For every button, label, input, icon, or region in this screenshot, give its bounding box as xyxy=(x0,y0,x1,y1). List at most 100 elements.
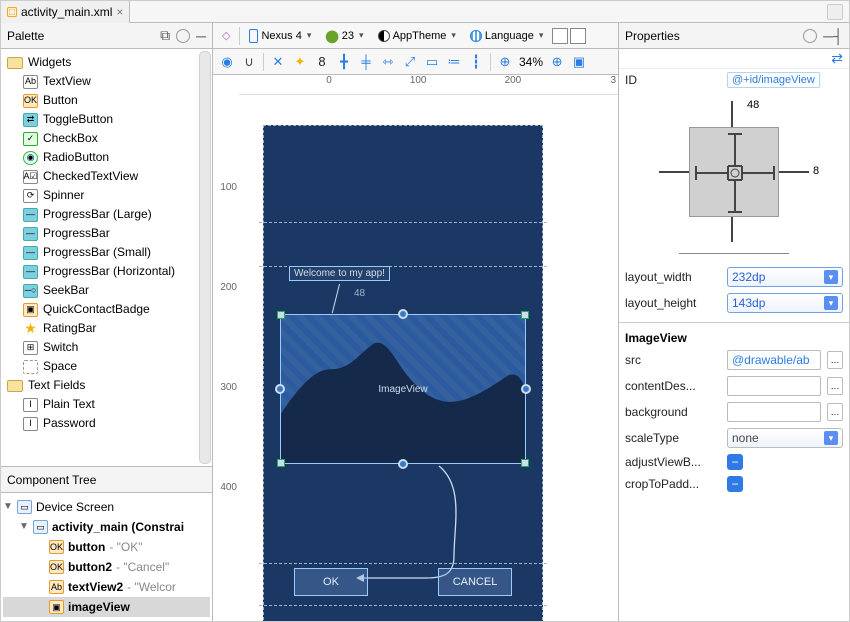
folder-icon xyxy=(7,380,23,392)
tree-item[interactable]: OKbutton - "OK" xyxy=(3,537,210,557)
component-tree-body: ▼ ▭ Device Screen ▼ ▭ activity_main (Con… xyxy=(1,493,212,621)
palette-item[interactable]: ★RatingBar xyxy=(5,319,208,338)
expand-horizontal-icon[interactable]: ⇿ xyxy=(380,54,396,70)
prop-crop-toggle[interactable]: − xyxy=(727,476,743,492)
palette-item[interactable]: IPassword xyxy=(5,414,208,433)
properties-gear-icon[interactable] xyxy=(803,29,817,43)
palette-gear-icon[interactable] xyxy=(176,29,190,43)
palette-item[interactable]: —ProgressBar (Large) xyxy=(5,205,208,224)
palette-body[interactable]: WidgetsAbTextViewOKButton⇄ToggleButton✓C… xyxy=(1,49,212,466)
device-selector[interactable]: Nexus 4 xyxy=(244,27,316,45)
palette-item[interactable]: —ProgressBar xyxy=(5,224,208,243)
constraint-right-margin[interactable]: 8 xyxy=(813,165,819,177)
zoom-in-icon[interactable]: ⊕ xyxy=(549,54,565,70)
properties-swap-icon[interactable]: ⇄ xyxy=(619,49,849,69)
design-canvas-scroll[interactable]: 01002003 100200300400 Welcome to my app!… xyxy=(213,75,618,621)
widget-icon: OK xyxy=(49,540,64,554)
widget-icon: A☑ xyxy=(23,170,38,184)
prop-background-input[interactable] xyxy=(727,402,821,422)
inspector-toggle-icon[interactable] xyxy=(827,4,843,20)
prop-adjust-toggle[interactable]: − xyxy=(727,454,743,470)
palette-wand-icon[interactable]: ◇ xyxy=(217,27,235,45)
prop-contentdesc-input[interactable] xyxy=(727,376,821,396)
layout-icon: ▭ xyxy=(33,520,48,534)
palette-group[interactable]: Text Fields xyxy=(5,376,208,395)
magnet-icon[interactable]: ∪ xyxy=(241,54,257,70)
palette-group[interactable]: Widgets xyxy=(5,53,208,72)
folder-icon xyxy=(7,57,23,69)
widget-icon: ⟳ xyxy=(23,189,38,203)
component-tree-title: Component Tree xyxy=(7,473,96,487)
palette-copy-icon[interactable]: ⧉ xyxy=(160,27,170,44)
clear-constraints-icon[interactable]: ✕ xyxy=(270,54,286,70)
align-horizontal-icon[interactable]: ╋ xyxy=(336,54,352,70)
language-selector[interactable]: Language xyxy=(465,27,548,45)
phone-icon xyxy=(249,29,258,43)
palette-item[interactable]: ⊞Switch xyxy=(5,338,208,357)
constraint-widget[interactable]: 48 8 xyxy=(649,97,819,247)
widget-icon: I xyxy=(23,417,38,431)
palette-item[interactable]: —ProgressBar (Small) xyxy=(5,243,208,262)
tree-layout[interactable]: ▼ ▭ activity_main (Constrai xyxy=(3,517,210,537)
palette-item[interactable]: OKButton xyxy=(5,91,208,110)
tree-item[interactable]: OKbutton2 - "Cancel" xyxy=(3,557,210,577)
prop-id-value[interactable]: @+id/imageView xyxy=(727,72,820,88)
constraint-top-margin[interactable]: 48 xyxy=(747,99,759,111)
align-icon[interactable]: ≔ xyxy=(446,54,462,70)
guideline-icon[interactable]: ┇ xyxy=(468,54,484,70)
zoom-icon[interactable]: ⊕ xyxy=(497,54,513,70)
palette-item[interactable]: A☑CheckedTextView xyxy=(5,167,208,186)
widget-icon: — xyxy=(23,208,38,222)
palette-item[interactable]: AbTextView xyxy=(5,72,208,91)
tree-item[interactable]: AbtextView2 - "Welcor xyxy=(3,577,210,597)
ruler-vertical: 100200300400 xyxy=(213,95,239,621)
palette-item[interactable]: ⟳Spinner xyxy=(5,186,208,205)
pack-icon[interactable]: ▭ xyxy=(424,54,440,70)
preview-cancel-button[interactable]: CANCEL xyxy=(438,568,512,596)
globe-icon xyxy=(470,30,482,42)
palette-item[interactable]: ◉RadioButton xyxy=(5,148,208,167)
expand-vertical-icon[interactable]: ⤢ xyxy=(402,54,418,70)
device-frame[interactable]: Welcome to my app! 48 ImageView xyxy=(263,125,543,621)
preview-imageview[interactable]: ImageView xyxy=(280,314,526,464)
tab-close-icon[interactable]: × xyxy=(116,5,123,19)
eye-icon[interactable]: ◉ xyxy=(219,54,235,70)
palette-item[interactable]: ⇄ToggleButton xyxy=(5,110,208,129)
design-mode-icon[interactable] xyxy=(570,28,586,44)
palette-item[interactable]: ─○SeekBar xyxy=(5,281,208,300)
preview-ok-button[interactable]: OK xyxy=(294,568,368,596)
api-selector[interactable]: ⬤23 xyxy=(320,27,368,45)
palette-item[interactable]: IPlain Text xyxy=(5,395,208,414)
widget-icon: ─○ xyxy=(23,284,38,298)
palette-item[interactable]: ✓CheckBox xyxy=(5,129,208,148)
widget-icon: — xyxy=(23,246,38,260)
palette-item[interactable]: Space xyxy=(5,357,208,376)
prop-width-select[interactable]: 232dp▾ xyxy=(727,267,843,287)
properties-minimize-icon[interactable]: ─┤ xyxy=(823,28,843,44)
prop-contentdesc-browse[interactable]: … xyxy=(827,377,843,395)
file-tab[interactable]: ▢ activity_main.xml × xyxy=(1,1,130,23)
xml-file-icon: ▢ xyxy=(7,7,17,17)
constraint-arrow-icon xyxy=(339,284,341,314)
preview-textview[interactable]: Welcome to my app! xyxy=(289,266,390,281)
tree-item[interactable]: ▣imageView xyxy=(3,597,210,617)
infer-constraints-icon[interactable]: ✦ xyxy=(292,54,308,70)
blueprint-mode-icon[interactable] xyxy=(552,28,568,44)
prop-scaletype-select[interactable]: none▾ xyxy=(727,428,843,448)
prop-src-browse[interactable]: … xyxy=(827,351,843,369)
widget-icon: ▣ xyxy=(49,600,64,614)
fit-icon[interactable]: ▣ xyxy=(571,54,587,70)
palette-title: Palette xyxy=(7,29,44,43)
theme-selector[interactable]: AppTheme xyxy=(373,27,461,45)
prop-src-input[interactable]: @drawable/ab xyxy=(727,350,821,370)
prop-label-id: ID xyxy=(625,73,721,87)
palette-minimize-icon[interactable]: ─ xyxy=(196,28,206,44)
palette-item[interactable]: —ProgressBar (Horizontal) xyxy=(5,262,208,281)
palette-item[interactable]: ▣QuickContactBadge xyxy=(5,300,208,319)
theme-icon xyxy=(378,30,390,42)
tree-root[interactable]: ▼ ▭ Device Screen xyxy=(3,497,210,517)
prop-background-browse[interactable]: … xyxy=(827,403,843,421)
default-margin[interactable]: 8 xyxy=(314,54,330,70)
align-vertical-icon[interactable]: ╪ xyxy=(358,54,374,70)
prop-height-select[interactable]: 143dp▾ xyxy=(727,293,843,313)
